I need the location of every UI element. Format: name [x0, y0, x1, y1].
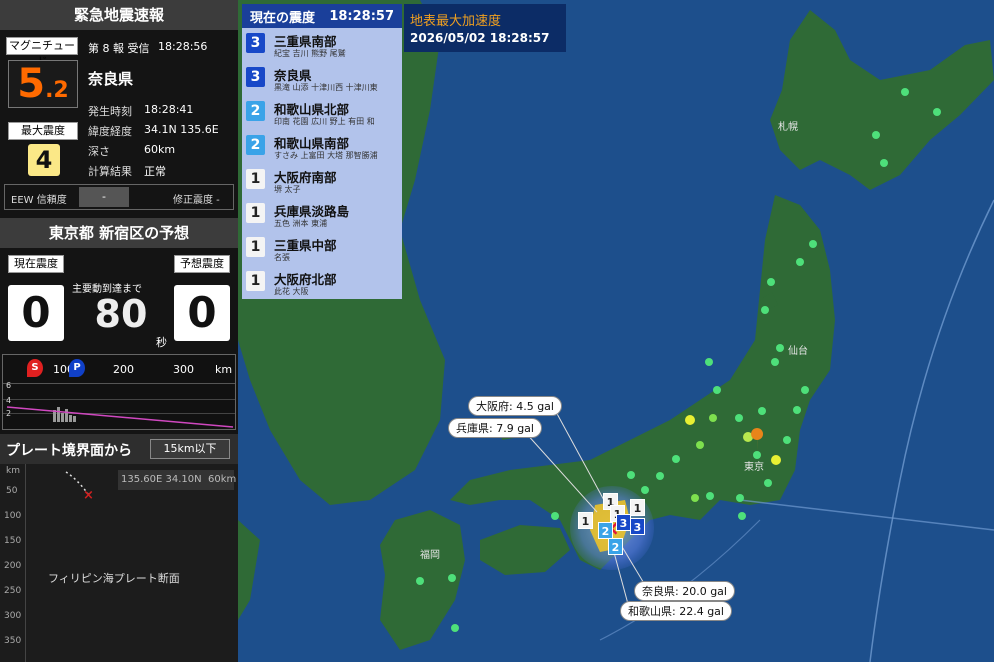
coord-label: 緯度経度	[88, 125, 132, 138]
shindo-marker[interactable]: 1	[578, 512, 593, 529]
shindo-badge: 1	[246, 237, 265, 257]
expected-intensity-value: 0	[174, 285, 230, 341]
eew-panel: 緊急地震速報 マグニチュード 第 8 報 受信 18:28:56 5.2 奈良県…	[0, 0, 238, 662]
shindo-badge: 1	[246, 203, 265, 223]
region-cities: 堺 太子	[274, 185, 301, 194]
intensity-row[interactable]: 3 三重県南部 紀宝 吉川 熊野 尾鷲	[242, 28, 402, 62]
origin-time: 18:28:41	[144, 103, 194, 116]
origin-time-label: 発生時刻	[88, 105, 132, 118]
intensity-row[interactable]: 1 兵庫県淡路島 五色 洲本 東浦	[242, 198, 402, 232]
wave-progress-panel: 6 4 2 100 200 300 km S P	[2, 354, 236, 430]
intensity-rows: 3 三重県南部 紀宝 吉川 熊野 尾鷲 3 奈良県 黒滝 山添 十津川西 十津川東 2 和歌山…	[242, 28, 402, 300]
current-intensity-value: 0	[8, 285, 64, 341]
shindo-marker[interactable]: 3	[616, 514, 631, 531]
shindo-badge: 2	[246, 101, 265, 121]
shindo-badge: 1	[246, 271, 265, 291]
intensity-row[interactable]: 1 大阪府北部 此花 大阪	[242, 266, 402, 300]
plate-header: プレート境界面から 15km以下	[0, 434, 238, 464]
plate-name: フィリピン海プレート断面	[48, 572, 180, 585]
callout-wakayama: 和歌山県: 22.4 gal	[620, 601, 732, 621]
current-intensity-label: 現在震度	[8, 255, 64, 273]
shindo-badge: 2	[246, 135, 265, 155]
region-cities: すさみ 上富田 大塔 那智勝浦	[274, 151, 378, 160]
coord-value: 34.1N 135.6E	[144, 123, 219, 136]
epicenter-region: 奈良県	[88, 70, 134, 88]
intensity-row[interactable]: 3 奈良県 黒滝 山添 十津川西 十津川東	[242, 62, 402, 96]
region-cities: 印南 花園 広川 野上 有田 和	[274, 117, 375, 126]
region-cities: 黒滝 山添 十津川西 十津川東	[274, 83, 378, 92]
map-label-sapporo: 札幌	[778, 122, 798, 133]
map-label-sendai: 仙台	[788, 346, 808, 357]
intensity-row[interactable]: 1 三重県中部 名張	[242, 232, 402, 266]
seconds-unit: 秒	[156, 336, 167, 349]
eew-title: 緊急地震速報	[0, 0, 238, 30]
corrected-intensity: 修正震度 -	[173, 195, 220, 206]
intensity-list-header: 現在の震度 18:28:57	[242, 4, 402, 28]
expected-intensity-label: 予想震度	[174, 255, 230, 273]
reliability-label: EEW 信頼度	[11, 195, 67, 206]
calc-value: 正常	[144, 165, 166, 178]
plate-title: プレート境界面から	[6, 443, 132, 459]
max-intensity-label: 最大震度	[8, 122, 78, 140]
shindo-badge: 3	[246, 33, 265, 53]
max-intensity-value: 4	[28, 144, 60, 176]
wave-graph	[6, 406, 234, 428]
magnitude-value: 5	[17, 61, 46, 107]
callout-osaka: 大阪府: 4.5 gal	[468, 396, 562, 416]
pga-panel: 地表最大加速度 2026/05/02 18:28:57	[404, 4, 566, 52]
intensity-row[interactable]: 2 和歌山県南部 すさみ 上富田 大塔 那智勝浦	[242, 130, 402, 164]
depth-label: 深さ	[88, 145, 110, 158]
region-cities: 五色 洲本 東浦	[274, 219, 328, 228]
arrival-seconds: 80	[94, 292, 148, 336]
shindo-marker[interactable]: 2	[608, 538, 623, 555]
shindo-marker[interactable]: 2	[598, 522, 613, 539]
plate-cross-section: km 50 100 150 200 250 300 350 135.60E 34…	[0, 464, 238, 662]
pga-datetime: 2026/05/02 18:28:57	[410, 31, 550, 45]
pga-title: 地表最大加速度	[410, 14, 502, 29]
map-label-fukuoka: 福岡	[420, 550, 440, 561]
reliability-bar: EEW 信頼度 - 修正震度 -	[4, 184, 234, 210]
depth-value: 60km	[144, 143, 176, 156]
plate-depth-badge: 15km以下	[150, 439, 230, 459]
calc-label: 計算結果	[88, 165, 132, 178]
report-number: 第 8 報 受信	[88, 42, 150, 55]
reliability-value: -	[79, 187, 129, 207]
region-cities: 此花 大阪	[274, 287, 309, 296]
intensity-list-time: 18:28:57	[329, 8, 394, 24]
intensity-row[interactable]: 1 大阪府南部堺 太子	[242, 164, 402, 198]
shindo-marker[interactable]: 1	[630, 499, 645, 516]
intensity-row[interactable]: 2 和歌山県北部 印南 花園 広川 野上 有田 和	[242, 96, 402, 130]
intensity-list: 現在の震度 18:28:57 3 三重県南部 紀宝 吉川 熊野 尾鷲 3 奈良県 黒滝 山…	[242, 4, 402, 299]
region-cities: 紀宝 吉川 熊野 尾鷲	[274, 49, 346, 58]
callout-hyogo: 兵庫県: 7.9 gal	[448, 418, 542, 438]
forecast-title: 東京都 新宿区の予想	[0, 218, 238, 248]
plate-curve: ×	[65, 471, 94, 503]
magnitude-label: マグニチュード	[6, 37, 78, 68]
magnitude-box: 5.2	[8, 60, 78, 108]
map-label-tokyo: 東京	[744, 462, 764, 473]
shindo-badge: 1	[246, 169, 265, 189]
shindo-badge: 3	[246, 67, 265, 87]
received-time: 18:28:56	[158, 40, 208, 53]
intensity-list-title: 現在の震度	[250, 10, 316, 26]
svg-text:×: ×	[83, 488, 94, 503]
shindo-marker[interactable]: 3	[630, 518, 645, 535]
callout-nara: 奈良県: 20.0 gal	[634, 581, 735, 601]
magnitude-decimal: .2	[45, 78, 69, 103]
region-cities: 名張	[274, 253, 290, 262]
